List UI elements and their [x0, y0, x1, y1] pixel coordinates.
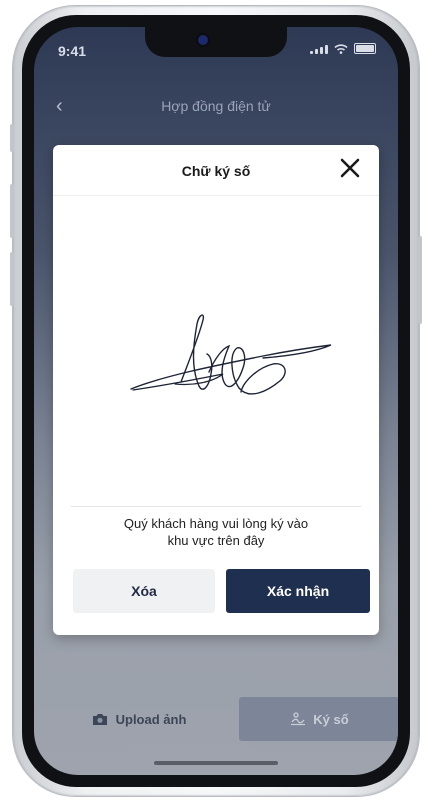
page-title: Hợp đồng điện tử [161, 98, 271, 114]
mute-switch [10, 124, 14, 152]
upload-image-button[interactable]: Upload ảnh [64, 697, 214, 741]
hint-line-1: Quý khách hàng vui lòng ký vào [123, 516, 309, 531]
signature-stroke-3 [180, 314, 213, 390]
clear-button[interactable]: Xóa [73, 569, 215, 613]
phone-frame: 9:41 ‹ Hợp đồng điện tử Upload ảnh Ký số… [10, 6, 422, 796]
wifi-icon [334, 43, 348, 54]
signature-stroke-4 [208, 344, 286, 395]
nav-bar: ‹ Hợp đồng điện tử [34, 89, 398, 125]
screen: 9:41 ‹ Hợp đồng điện tử Upload ảnh Ký số… [34, 27, 398, 775]
camera-icon [92, 713, 107, 725]
dialog-header: Chữ ký số [53, 145, 379, 196]
volume-up-button [10, 184, 14, 238]
volume-down-button [10, 252, 14, 306]
dialog-title: Chữ ký số [181, 163, 251, 179]
signature-icon [291, 712, 306, 726]
signature-hint: Quý khách hàng vui lòng ký vào khu vực t… [73, 515, 359, 549]
signature-stroke [130, 344, 332, 390]
digital-sign-button[interactable]: Ký số [239, 697, 398, 741]
divider [71, 506, 361, 507]
home-indicator [154, 761, 278, 765]
signature-dialog: Chữ ký số Quý khách hàng vui lòng ký vào… [53, 145, 379, 635]
status-time: 9:41 [58, 43, 87, 59]
camera-dot [198, 35, 208, 45]
battery-icon [354, 43, 376, 54]
status-icons [310, 43, 376, 54]
signal-icon [310, 44, 328, 54]
upload-label: Upload ảnh [115, 711, 187, 727]
bezel: 9:41 ‹ Hợp đồng điện tử Upload ảnh Ký số… [22, 15, 410, 787]
sign-label: Ký số [313, 711, 349, 727]
signature-canvas[interactable] [53, 196, 379, 506]
notch [145, 27, 287, 57]
power-button [418, 236, 422, 324]
close-icon[interactable] [337, 155, 363, 181]
confirm-button[interactable]: Xác nhận [226, 569, 370, 613]
hint-line-2: khu vực trên đây [167, 533, 265, 548]
